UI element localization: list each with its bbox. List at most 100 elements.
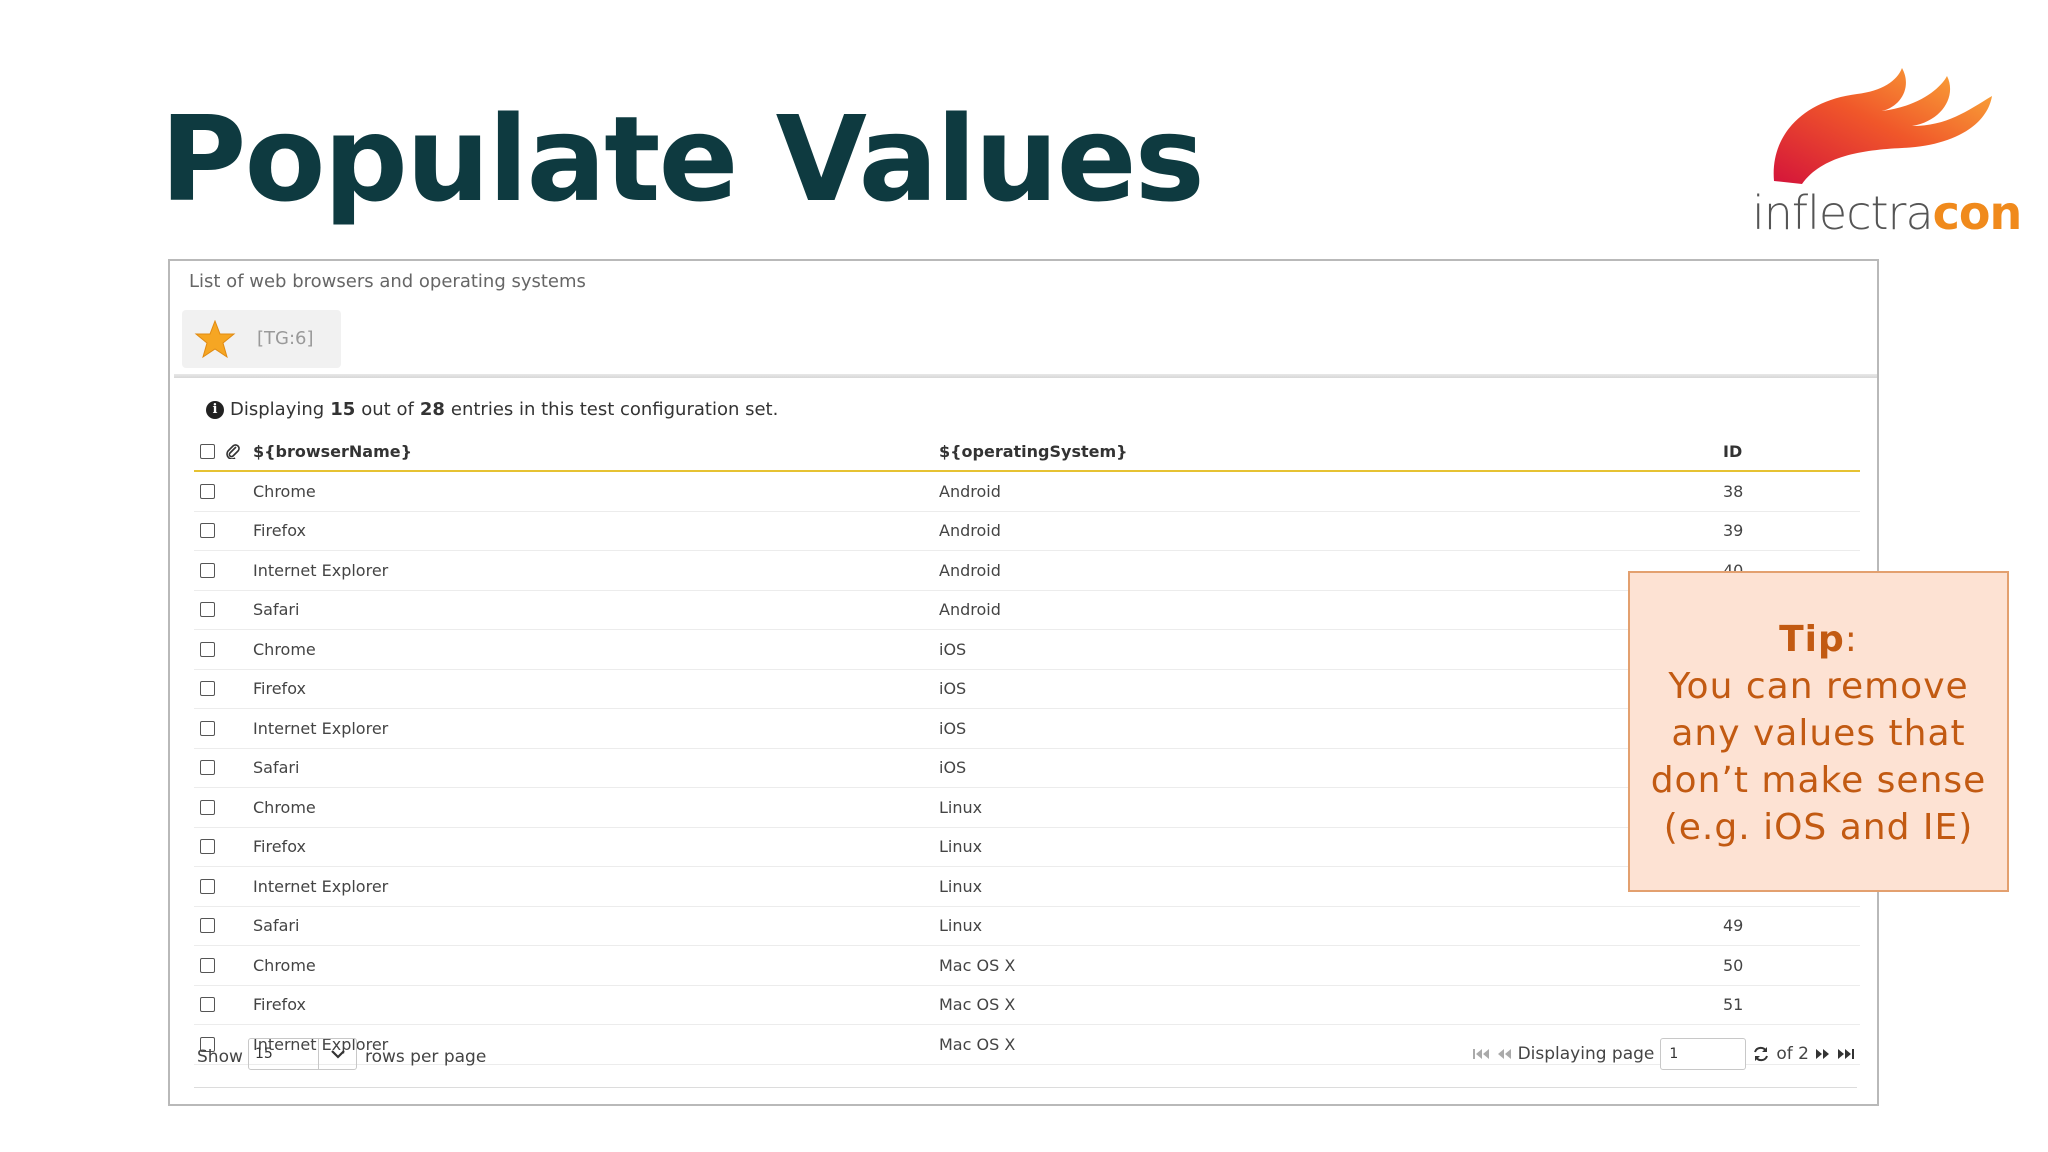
table-body: Chrome Android 38 Firefox Android 39 Internet …: [194, 472, 1860, 1065]
displaying-page-label: Displaying page: [1517, 1044, 1655, 1064]
last-page-icon[interactable]: [1837, 1047, 1855, 1061]
table-row[interactable]: Chrome Mac OS X 50: [194, 946, 1860, 986]
select-all-checkbox[interactable]: [200, 443, 215, 459]
cell-os: Android: [939, 560, 1001, 580]
row-checkbox[interactable]: [200, 997, 215, 1013]
cell-browser: Safari: [253, 758, 300, 778]
table-row[interactable]: Firefox iOS: [194, 670, 1860, 709]
panel-caption: List of web browsers and operating syste…: [189, 271, 586, 292]
cell-id: 51: [1723, 995, 1744, 1015]
cell-browser: Firefox: [253, 521, 306, 541]
rows-per-page-value: 15: [255, 1046, 273, 1062]
row-checkbox[interactable]: [200, 483, 215, 499]
tip-line: any values that: [1671, 713, 1966, 754]
cell-id: 49: [1723, 916, 1744, 936]
tip-line: (e.g. iOS and IE): [1663, 807, 1974, 848]
row-checkbox[interactable]: [200, 878, 215, 894]
cell-os: Linux: [939, 837, 983, 857]
tip-line: don’t make sense: [1650, 760, 1987, 801]
row-checkbox[interactable]: [200, 839, 215, 855]
column-header-os[interactable]: ${operatingSystem}: [939, 432, 1128, 470]
row-checkbox[interactable]: [200, 602, 215, 618]
panel-divider: [174, 374, 1877, 378]
table-row[interactable]: Chrome Android 38: [194, 472, 1860, 512]
cell-browser: Internet Explorer: [253, 560, 389, 580]
test-configuration-tag[interactable]: [TG:6]: [182, 310, 341, 368]
test-configuration-panel: List of web browsers and operating syste…: [168, 259, 1879, 1106]
chevron-down-icon[interactable]: [318, 1039, 356, 1069]
cell-id: 38: [1723, 481, 1744, 501]
cell-os: Android: [939, 481, 1001, 501]
cell-browser: Firefox: [253, 995, 306, 1015]
cell-os: Mac OS X: [939, 955, 1016, 975]
table-row[interactable]: Firefox Mac OS X 51: [194, 986, 1860, 1025]
table-row[interactable]: Firefox Linux: [194, 828, 1860, 867]
cell-browser: Safari: [253, 916, 300, 936]
row-checkbox[interactable]: [200, 760, 215, 776]
info-icon: i: [206, 400, 224, 419]
tip-heading: Tip:: [1779, 619, 1858, 660]
table-row[interactable]: Safari Android: [194, 591, 1860, 630]
rows-per-page-label: rows per page: [365, 1047, 487, 1067]
tip-callout: Tip: You can remove any values that don’…: [1628, 571, 2009, 892]
paperclip-icon: [226, 444, 240, 459]
table-row[interactable]: Safari Linux 49: [194, 907, 1860, 946]
table-row[interactable]: Chrome iOS: [194, 630, 1860, 670]
cell-browser: Chrome: [253, 955, 316, 975]
rows-per-page-select[interactable]: 15: [248, 1038, 357, 1070]
table-row[interactable]: Internet Explorer Linux: [194, 867, 1860, 907]
row-checkbox[interactable]: [200, 799, 215, 815]
prev-page-icon[interactable]: [1496, 1047, 1512, 1061]
cell-os: iOS: [939, 758, 967, 778]
row-checkbox[interactable]: [200, 523, 215, 539]
table-footer: Show 15 rows per page Displaying page of…: [170, 1031, 1877, 1083]
cell-os: iOS: [939, 718, 967, 738]
tip-line: You can remove: [1668, 666, 1969, 707]
next-page-icon[interactable]: [1815, 1047, 1831, 1061]
star-icon: [194, 320, 236, 359]
flame-logo-icon: [1773, 68, 1992, 184]
cell-browser: Chrome: [253, 797, 316, 817]
first-page-icon[interactable]: [1472, 1047, 1490, 1061]
cell-os: Mac OS X: [939, 995, 1016, 1015]
table-row[interactable]: Internet ExplorerAndroid40: [194, 551, 1860, 591]
tag-label: [TG:6]: [257, 328, 314, 349]
entries-info: i Displaying 15 out of 28 entries in thi…: [206, 399, 778, 420]
cell-browser: Chrome: [253, 481, 316, 501]
cell-browser: Internet Explorer: [253, 718, 389, 738]
cell-os: Linux: [939, 916, 983, 936]
cell-os: iOS: [939, 639, 967, 659]
cell-browser: Firefox: [253, 679, 306, 699]
cell-browser: Firefox: [253, 837, 306, 857]
footer-rule: [194, 1087, 1857, 1088]
row-checkbox[interactable]: [200, 720, 215, 736]
row-checkbox[interactable]: [200, 918, 215, 934]
slide-title: Populate Values: [160, 90, 1205, 228]
cell-browser: Internet Explorer: [253, 876, 389, 896]
cell-browser: Chrome: [253, 639, 316, 659]
cell-os: Linux: [939, 876, 983, 896]
row-checkbox[interactable]: [200, 562, 215, 578]
cell-os: iOS: [939, 679, 967, 699]
cell-os: Android: [939, 600, 1001, 620]
row-checkbox[interactable]: [200, 641, 215, 657]
configuration-table: ${browserName} ${operatingSystem} ID Chr…: [194, 432, 1860, 1065]
refresh-icon[interactable]: [1752, 1045, 1770, 1063]
table-row[interactable]: Chrome Linux: [194, 788, 1860, 828]
page-number-input[interactable]: [1660, 1038, 1747, 1070]
page-count-label: of 2: [1776, 1044, 1809, 1064]
table-row[interactable]: Internet Explorer iOS: [194, 709, 1860, 749]
cell-id: 39: [1723, 521, 1744, 541]
table-row[interactable]: Firefox Android 39: [194, 512, 1860, 551]
column-header-id[interactable]: ID: [1723, 432, 1742, 470]
column-header-browser[interactable]: ${browserName}: [253, 432, 412, 470]
cell-id: 50: [1723, 955, 1744, 975]
row-checkbox[interactable]: [200, 681, 215, 697]
table-header: ${browserName} ${operatingSystem} ID: [194, 432, 1860, 472]
cell-browser: Safari: [253, 600, 300, 620]
pagination: Displaying page of 2: [1472, 1038, 1855, 1070]
cell-os: Linux: [939, 797, 983, 817]
row-checkbox[interactable]: [200, 957, 215, 973]
table-row[interactable]: Safari iOS: [194, 749, 1860, 788]
logo-wordmark: inflectracon: [1752, 186, 2022, 240]
